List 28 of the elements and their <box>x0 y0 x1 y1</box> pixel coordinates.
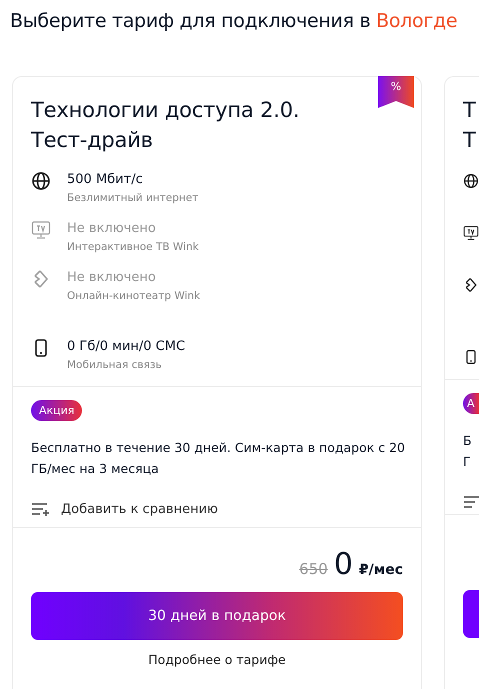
price-unit: ₽/мес <box>358 562 403 578</box>
feature-caption: Онлайн-кинотеатр Wink <box>67 289 200 304</box>
tariff-title: Т <box>463 97 476 124</box>
price: 0 <box>334 548 353 582</box>
details-link[interactable]: Подробнее о тарифе <box>148 652 286 667</box>
feature-value: 500 Мбит/с <box>67 171 144 189</box>
city-link[interactable]: Вологде <box>376 10 458 32</box>
tariff-title: Т <box>463 127 476 154</box>
compare-label: Добавить к сравнению <box>61 502 218 516</box>
promo-text: Б <box>463 432 473 450</box>
feature-caption: Мобильная связь <box>67 358 163 373</box>
feature-caption: Безлимитный интернет <box>67 191 198 206</box>
feature-value: 0 Гб/0 мин/0 СМС <box>67 338 186 356</box>
promo-badge: Акция <box>31 400 82 421</box>
promo-text: Бесплатно в течение 30 дней. Сим-карта в подарок с 20 ГБ/мес на 3 месяца <box>31 439 406 478</box>
promo-badge: А <box>463 393 479 414</box>
page-heading: Выберите тариф для подключения в Вологде <box>10 10 458 34</box>
feature-caption: Интерактивное ТВ Wink <box>67 240 199 255</box>
feature-value: Не включено <box>67 220 157 238</box>
discount-ribbon: % <box>378 76 414 108</box>
add-to-list-icon <box>31 501 51 517</box>
gift-button[interactable]: 30 дней в подарок <box>31 592 403 640</box>
tariff-title: Технологии доступа 2.0. Тест-драйв <box>31 97 300 154</box>
list-icon <box>463 494 479 510</box>
old-price: 650 <box>299 560 328 578</box>
compare-link[interactable]: Добавить к сравнению <box>31 501 403 517</box>
promo-text: Г <box>463 453 472 471</box>
feature-value: Не включено <box>67 269 157 287</box>
